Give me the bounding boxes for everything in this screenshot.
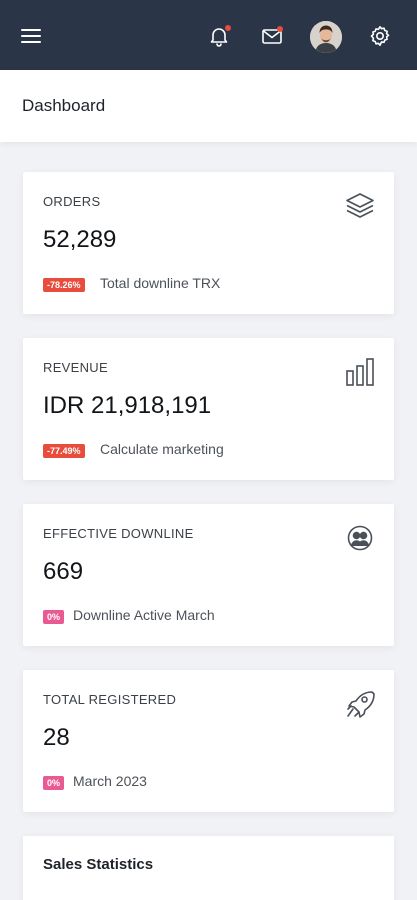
card-label: EFFECTIVE DOWNLINE [43,526,194,541]
card-label: REVENUE [43,360,108,375]
total-registered-card: TOTAL REGISTERED 28 0% March 2023 [23,670,394,812]
rocket-icon [344,688,376,720]
page-title: Dashboard [22,96,106,115]
users-icon [344,522,376,554]
card-description: Downline Active March [73,607,215,623]
bar-chart-icon [344,356,376,388]
change-badge: 0% [43,610,65,624]
layers-icon [344,190,376,222]
card-description: March 2023 [73,773,147,789]
card-description: Total downline TRX [100,275,221,291]
gear-icon[interactable] [368,24,392,48]
change-badge: -78.26% [43,278,85,292]
change-badge: 0% [43,776,65,790]
sales-statistics-card: Sales Statistics [23,836,394,900]
card-value: 669 [43,558,84,585]
effective-downline-card: EFFECTIVE DOWNLINE 669 0% Downline Activ… [23,504,394,646]
bell-icon[interactable] [207,24,231,48]
orders-card: ORDERS 52,289 -78.26% Total downline TRX [23,172,394,314]
card-value: IDR 21,918,191 [43,392,212,419]
mail-icon[interactable] [260,24,284,48]
page-header: Dashboard [0,70,417,142]
card-description: Calculate marketing [100,441,224,457]
card-label: ORDERS [43,194,101,209]
notification-dot [225,25,231,31]
card-value: 28 [43,724,70,751]
card-label: TOTAL REGISTERED [43,692,177,707]
section-title: Sales Statistics [43,856,154,873]
revenue-card: REVENUE IDR 21,918,191 -77.49% Calculate… [23,338,394,480]
message-dot [277,26,283,32]
change-badge: -77.49% [43,444,85,458]
menu-icon[interactable] [21,28,41,44]
card-value: 52,289 [43,226,117,253]
avatar[interactable] [310,21,342,53]
top-navbar [0,0,417,70]
